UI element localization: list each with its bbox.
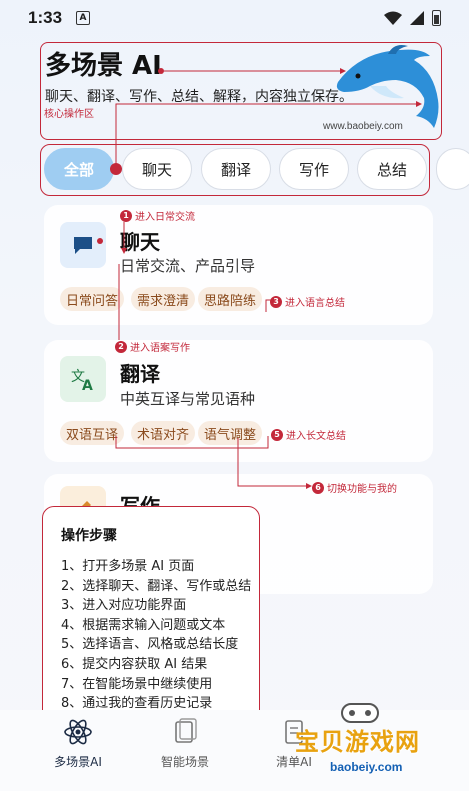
chip-clarify[interactable]: 需求澄清 <box>131 287 196 311</box>
core-area-label: 核心操作区 <box>44 109 94 120</box>
annotation-1: 1 进入日常交流 <box>120 208 195 223</box>
annotation-2: 2 进入语案写作 <box>115 339 190 354</box>
steps-title: 操作步骤 <box>61 528 117 544</box>
steps-list: 1、打开多场景 AI 页面 2、选择聊天、翻译、写作或总结 3、进入对应功能界面… <box>61 557 259 714</box>
chip-daily-qa[interactable]: 日常问答 <box>60 287 125 311</box>
atom-icon <box>64 719 92 745</box>
svg-text:A: A <box>82 378 93 391</box>
annotation-6: 6 切换功能与我的 <box>312 480 397 495</box>
tab-translate[interactable]: 翻译 <box>201 148 271 190</box>
annotation-3: 3 进入语言总结 <box>270 294 345 309</box>
nav-label: 多场景AI <box>54 755 102 769</box>
step-item: 3、进入对应功能界面 <box>61 598 187 614</box>
steps-panel: 操作步骤 1、打开多场景 AI 页面 2、选择聊天、翻译、写作或总结 3、进入对… <box>42 506 260 728</box>
status-time: 1:33 <box>28 8 63 27</box>
step-item: 6、提交内容获取 AI 结果 <box>61 656 208 672</box>
page-title: 多场景 AI <box>45 51 162 81</box>
wifi-icon <box>384 11 402 25</box>
translate-icon: 文A <box>60 356 106 402</box>
annotation-5: 5 进入长文总结 <box>271 427 346 442</box>
chat-card-desc: 日常交流、产品引导 <box>120 257 256 275</box>
step-item: 5、选择语言、风格或总结长度 <box>61 637 239 653</box>
translate-card-desc: 中英互译与常见语种 <box>120 390 256 408</box>
tab-writing[interactable]: 写作 <box>279 148 349 190</box>
battery-icon <box>432 10 441 26</box>
nav-multi-scene[interactable]: 多场景AI <box>28 718 128 770</box>
notification-icon: A <box>76 11 91 25</box>
tab-all[interactable]: 全部 <box>44 148 114 190</box>
chip-brainstorm[interactable]: 思路陪练 <box>198 287 263 311</box>
watermark-text: 宝贝游戏网 <box>295 729 420 756</box>
chat-bubble-icon <box>60 222 106 268</box>
tab-chat[interactable]: 聊天 <box>122 148 192 190</box>
step-item: 1、打开多场景 AI 页面 <box>61 559 195 574</box>
translate-card-title: 翻译 <box>120 362 160 386</box>
page-subtitle: 聊天、翻译、写作、总结、解释，内容独立保存。 <box>45 89 353 105</box>
status-bar: 1:33 A <box>0 0 469 36</box>
nav-smart-scene[interactable]: 智能场景 <box>135 718 235 770</box>
site-url: www.baobeiy.com <box>323 121 403 132</box>
step-item: 2、选择聊天、翻译、写作或总结 <box>61 578 252 594</box>
chip-tone[interactable]: 语气调整 <box>198 421 263 445</box>
chip-bilingual[interactable]: 双语互译 <box>60 421 125 445</box>
chip-terminology[interactable]: 术语对齐 <box>131 421 196 445</box>
signal-icon <box>410 11 424 25</box>
tab-summary[interactable]: 总结 <box>357 148 427 190</box>
tab-more[interactable] <box>436 148 469 190</box>
watermark-url: baobeiy.com <box>330 760 403 774</box>
step-item: 4、根据需求输入问题或文本 <box>61 617 226 633</box>
chat-card-title: 聊天 <box>120 230 160 254</box>
nav-label: 智能场景 <box>160 755 209 769</box>
status-icons <box>384 10 441 26</box>
step-item: 7、在智能场景中继续使用 <box>61 676 213 692</box>
cards-icon <box>175 718 197 743</box>
